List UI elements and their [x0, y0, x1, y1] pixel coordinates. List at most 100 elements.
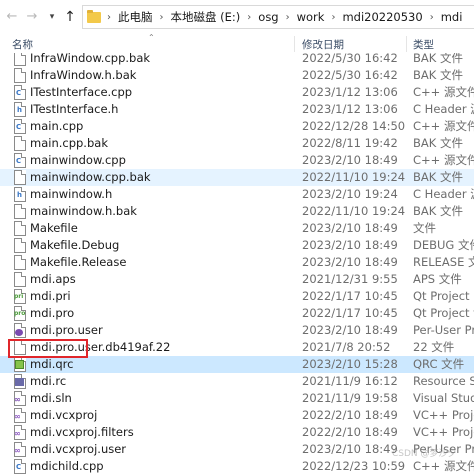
back-arrow-icon[interactable]: ← — [4, 8, 20, 26]
breadcrumb-mdi[interactable]: mdi — [441, 10, 463, 24]
file-row[interactable]: h mainwindow.h 2023/2/10 19:24 C Header 源文件 — [0, 186, 474, 203]
file-modified-date: 2022/1/17 10:45 — [302, 289, 398, 303]
file-name: Makefile.Release — [30, 255, 127, 269]
file-row[interactable]: mdi.pro.user 2023/2/10 18:49 Per-User Proj… — [0, 322, 474, 339]
file-row[interactable]: ∞ mdi.sln 2021/11/9 19:58 Visual Studio Sol… — [0, 390, 474, 407]
file-name: mdi.pro.user.db419af.22 — [30, 340, 171, 354]
file-modified-date: 2022/2/10 18:49 — [302, 408, 398, 422]
breadcrumb-work[interactable]: work — [297, 10, 325, 24]
file-type: C Header 源文件 — [413, 187, 474, 201]
file-row[interactable]: mainwindow.cpp.bak 2022/11/10 19:24 BAK 文件 — [0, 169, 474, 186]
file-type: C++ 源文件 — [413, 85, 474, 99]
file-modified-date: 2022/12/28 14:50 — [302, 119, 406, 133]
generic-file-icon — [14, 255, 26, 270]
file-modified-date: 2023/2/10 18:49 — [302, 442, 398, 456]
file-type: VC++ Project — [413, 408, 474, 422]
file-type: Qt Project Include — [413, 289, 474, 303]
file-type: C Header 源文件 — [413, 102, 474, 116]
file-name: mdi.vcxproj — [30, 408, 98, 422]
cpp-file-icon: C — [14, 85, 26, 100]
watermark: CSDN @梦沙夕 — [392, 449, 457, 459]
chevron-right-icon[interactable]: › — [160, 12, 164, 23]
file-row[interactable]: Makefile.Debug 2023/2/10 18:49 DEBUG 文件 — [0, 237, 474, 254]
chevron-right-icon[interactable]: › — [430, 12, 434, 23]
forward-arrow-icon[interactable]: → — [24, 8, 40, 26]
file-name: InfraWindow.h.bak — [30, 68, 137, 82]
generic-file-icon — [14, 272, 26, 287]
file-row[interactable]: InfraWindow.cpp.bak 2022/5/30 16:42 BAK 文件 — [0, 53, 474, 67]
rc-file-icon — [14, 374, 26, 389]
file-name: InfraWindow.cpp.bak — [30, 53, 151, 65]
file-modified-date: 2022/1/17 10:45 — [302, 306, 398, 320]
file-modified-date: 2021/7/8 20:52 — [302, 340, 391, 354]
chevron-right-icon[interactable]: › — [286, 12, 290, 23]
column-header-name[interactable]: 名称 — [12, 37, 33, 52]
file-type: BAK 文件 — [413, 170, 463, 184]
file-row[interactable]: h ITestInterface.h 2023/1/12 13:06 C Header… — [0, 101, 474, 118]
file-name: mdi.pro.user — [30, 323, 103, 337]
file-modified-date: 2021/11/9 16:12 — [302, 374, 398, 388]
breadcrumb-this-pc[interactable]: 此电脑 — [118, 9, 153, 25]
file-row[interactable]: mdi.aps 2021/12/31 9:55 APS 文件 — [0, 271, 474, 288]
file-row[interactable]: mdi.rc 2021/11/9 16:12 Resource Script — [0, 373, 474, 390]
file-modified-date: 2023/2/10 18:49 — [302, 238, 398, 252]
address-bar[interactable]: › 此电脑 › 本地磁盘 (E:) › osg › work › mdi2022… — [82, 5, 474, 29]
generic-file-icon — [14, 238, 26, 253]
chevron-right-icon[interactable]: › — [107, 12, 111, 23]
file-type: C++ 源文件 — [413, 119, 474, 133]
up-arrow-icon[interactable]: ↑ — [62, 8, 78, 26]
column-divider[interactable] — [294, 36, 295, 52]
file-modified-date: 2022/12/23 10:59 — [302, 459, 406, 473]
file-modified-date: 2023/2/10 19:24 — [302, 187, 398, 201]
breadcrumb-drive-e[interactable]: 本地磁盘 (E:) — [171, 9, 241, 25]
cpp-file-icon: C — [14, 119, 26, 134]
column-divider[interactable] — [406, 36, 407, 52]
sln-file-icon: ∞ — [14, 391, 26, 406]
file-row[interactable]: ∞ mdi.vcxproj.filters 2022/2/10 18:49 VC++ … — [0, 424, 474, 441]
chevron-right-icon[interactable]: › — [247, 12, 251, 23]
file-row[interactable]: main.cpp.bak 2022/8/11 19:42 BAK 文件 — [0, 135, 474, 152]
breadcrumb-mdi20220530[interactable]: mdi20220530 — [342, 10, 422, 24]
file-name: mdi.aps — [30, 272, 76, 286]
file-modified-date: 2022/5/30 16:42 — [302, 53, 398, 65]
file-row[interactable]: mdi.qrc 2023/2/10 15:28 QRC 文件 — [0, 356, 474, 373]
file-modified-date: 2022/8/11 19:42 — [302, 136, 398, 150]
file-row[interactable]: InfraWindow.h.bak 2022/5/30 16:42 BAK 文件 — [0, 67, 474, 84]
file-modified-date: 2021/11/9 19:58 — [302, 391, 398, 405]
file-name: mdi.pro — [30, 306, 75, 320]
generic-file-icon — [14, 340, 26, 355]
generic-file-icon — [14, 221, 26, 236]
file-type: 文件 — [413, 221, 436, 235]
file-row[interactable]: C ITestInterface.cpp 2023/1/12 13:06 C++ 源文… — [0, 84, 474, 101]
file-row[interactable]: Makefile.Release 2023/2/10 18:49 RELEASE 文… — [0, 254, 474, 271]
column-header-type[interactable]: 类型 — [413, 37, 434, 52]
column-header-date[interactable]: 修改日期 — [302, 37, 344, 52]
file-modified-date: 2022/11/10 19:24 — [302, 204, 406, 218]
qt-pro-file-icon: pro — [14, 306, 26, 321]
file-modified-date: 2023/2/10 15:28 — [302, 357, 398, 371]
file-type: C++ 源文件 — [413, 459, 474, 473]
file-row[interactable]: ∞ mdi.vcxproj 2022/2/10 18:49 VC++ Project — [0, 407, 474, 424]
chevron-right-icon[interactable]: › — [331, 12, 335, 23]
file-row[interactable]: mainwindow.h.bak 2022/11/10 19:24 BAK 文件 — [0, 203, 474, 220]
file-row[interactable]: Cmain.cpp 2022/12/28 14:50 C++ 源文件 — [0, 118, 474, 135]
file-modified-date: 2023/1/12 13:06 — [302, 102, 398, 116]
file-name: mdi.vcxproj.user — [30, 442, 127, 456]
file-row[interactable]: pro mdi.pro 2022/1/17 10:45 Qt Project file — [0, 305, 474, 322]
file-name: Makefile.Debug — [30, 238, 120, 252]
recent-locations-chevron-icon[interactable]: ▾ — [44, 8, 60, 26]
file-row[interactable]: pri mdi.pri 2022/1/17 10:45 Qt Project Incl… — [0, 288, 474, 305]
file-type: BAK 文件 — [413, 68, 463, 82]
file-name: mainwindow.cpp — [30, 153, 126, 167]
file-row[interactable]: mdi.pro.user.db419af.22 2021/7/8 20:52 22 … — [0, 339, 474, 356]
generic-file-icon — [14, 170, 26, 185]
file-row[interactable]: Cmdichild.cpp 2022/12/23 10:59 C++ 源文件 — [0, 458, 474, 475]
file-type: Visual Studio Solution — [413, 391, 474, 405]
vcxproj-file-icon: ∞ — [14, 408, 26, 423]
file-modified-date: 2022/5/30 16:42 — [302, 68, 398, 82]
cpp-file-icon: C — [14, 459, 26, 474]
file-row[interactable]: Cmainwindow.cpp 2023/2/10 18:49 C++ 源文件 — [0, 152, 474, 169]
file-row[interactable]: Makefile 2023/2/10 18:49 文件 — [0, 220, 474, 237]
breadcrumb-osg[interactable]: osg — [258, 10, 278, 24]
file-type: Resource Script — [413, 374, 474, 388]
